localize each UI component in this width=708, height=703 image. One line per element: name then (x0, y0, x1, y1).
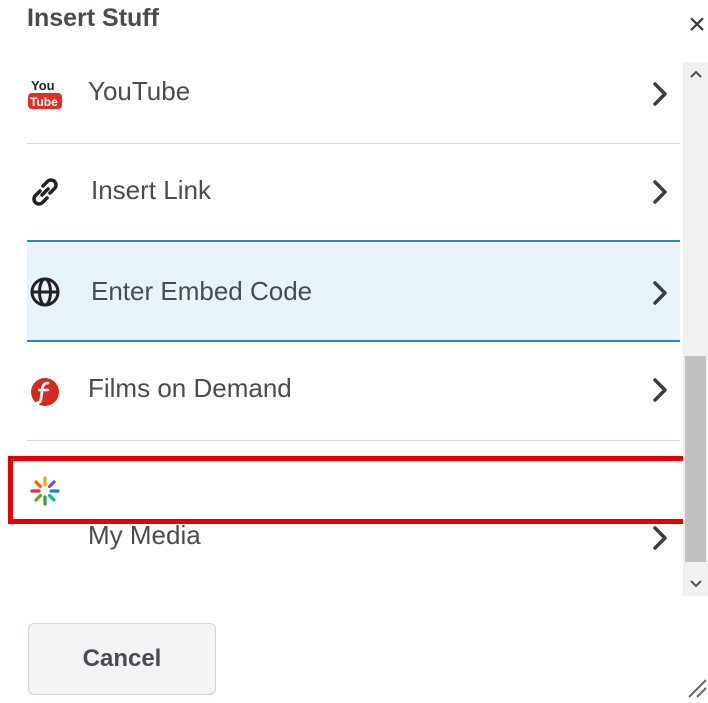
list-item-films-on-demand[interactable]: Films on Demand (27, 342, 680, 441)
scroll-down-button[interactable] (683, 572, 708, 596)
globe-icon (27, 274, 63, 310)
chevron-right-icon (650, 177, 670, 207)
scroll-up-button[interactable] (683, 62, 708, 86)
youtube-icon: You Tube (27, 75, 63, 111)
list-scrollbar[interactable] (683, 62, 708, 596)
chevron-right-icon (650, 375, 670, 405)
list-item-label: Films on Demand (88, 373, 292, 403)
list-item-youtube[interactable]: You Tube YouTube (27, 46, 680, 144)
chevron-right-icon (650, 278, 670, 308)
list-item-label: Enter Embed Code (91, 276, 313, 306)
close-button[interactable]: × (682, 8, 708, 41)
my-media-icon (27, 473, 63, 509)
chevron-right-icon (650, 523, 670, 553)
films-on-demand-icon (27, 374, 63, 410)
scroll-thumb[interactable] (685, 356, 706, 562)
list-item-insert-link[interactable]: Insert Link (27, 144, 680, 242)
close-icon: × (688, 8, 706, 41)
list-item-label: YouTube (88, 76, 191, 106)
list-item-label: My Media (88, 520, 201, 550)
resize-grip-icon (688, 679, 707, 698)
youtube-logo-top: You (31, 78, 55, 93)
resize-handle[interactable] (685, 676, 707, 698)
chevron-up-icon (689, 70, 702, 78)
dialog-title: Insert Stuff (27, 4, 159, 32)
cancel-button[interactable]: Cancel (28, 623, 216, 695)
insert-stuff-list: You Tube YouTube Insert Link Enter Embed… (27, 46, 683, 596)
list-item-label: Insert Link (91, 175, 211, 205)
chevron-down-icon (689, 580, 702, 588)
youtube-logo-bottom: Tube (30, 95, 58, 109)
link-icon (27, 174, 63, 210)
list-item-enter-embed-code[interactable]: Enter Embed Code (27, 240, 680, 342)
list-item-my-media[interactable]: My Media (27, 441, 680, 550)
chevron-right-icon (650, 79, 670, 109)
